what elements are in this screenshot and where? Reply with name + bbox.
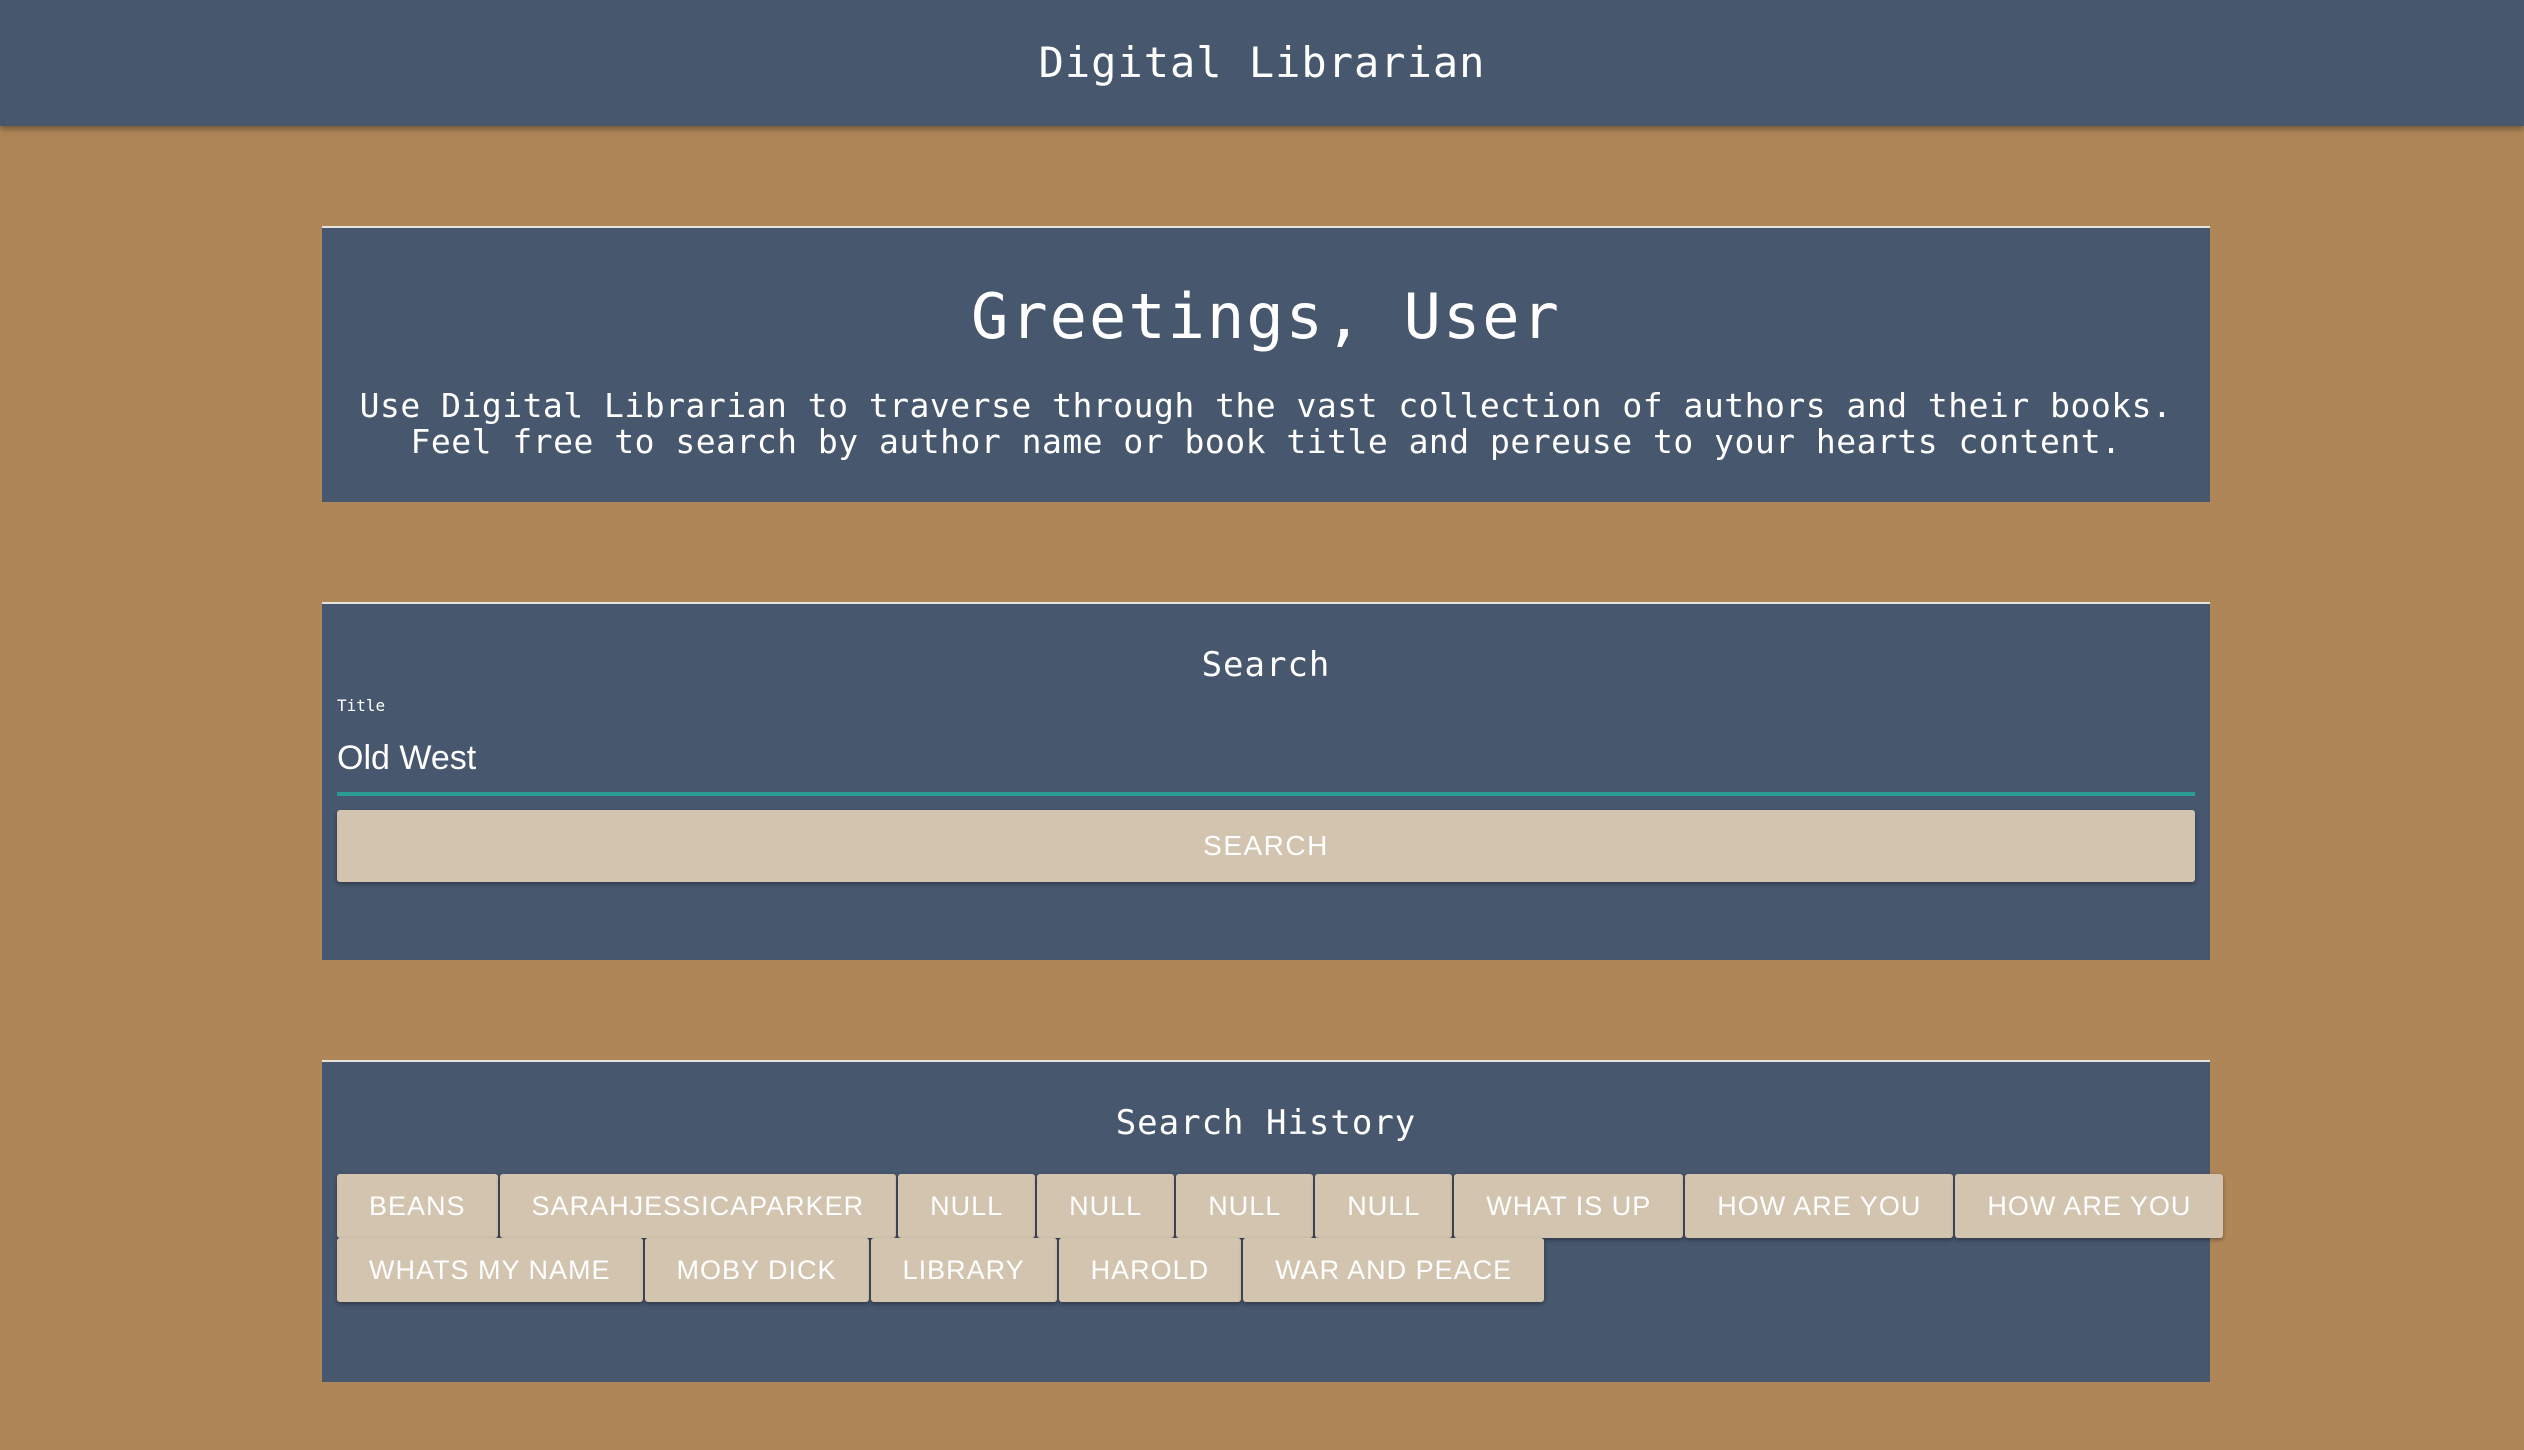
history-item[interactable]: SARAHJESSICAPARKER [499, 1174, 897, 1238]
history-item[interactable]: NULL [1315, 1174, 1453, 1238]
app-bar: Digital Librarian [0, 0, 2524, 126]
greeting-heading: Greetings, User [971, 280, 1561, 353]
history-item[interactable]: NULL [898, 1174, 1036, 1238]
history-item[interactable]: NULL [1176, 1174, 1314, 1238]
search-button[interactable]: SEARCH [337, 810, 2195, 882]
greeting-card: Greetings, User Use Digital Librarian to… [322, 226, 2210, 502]
search-heading: Search [1201, 645, 1331, 685]
search-history-card: Search History BEANS SARAHJESSICAPARKER … [322, 1060, 2224, 1382]
title-field-label: Title [337, 696, 386, 715]
history-row: WHATS MY NAME MOBY DICK LIBRARY HAROLD W… [337, 1238, 2195, 1302]
history-item[interactable]: BEANS [337, 1174, 498, 1238]
search-history-heading: Search History [1115, 1103, 1417, 1143]
history-item[interactable]: HOW ARE YOU [1955, 1174, 2224, 1238]
history-item[interactable]: NULL [1037, 1174, 1175, 1238]
history-item[interactable]: WHATS MY NAME [337, 1238, 643, 1302]
history-item[interactable]: LIBRARY [870, 1238, 1057, 1302]
history-item[interactable]: WAR AND PEACE [1243, 1238, 1545, 1302]
history-row: BEANS SARAHJESSICAPARKER NULL NULL NULL … [337, 1174, 2224, 1238]
history-item[interactable]: WHAT IS UP [1454, 1174, 1684, 1238]
history-item[interactable]: MOBY DICK [644, 1238, 869, 1302]
search-history-list: BEANS SARAHJESSICAPARKER NULL NULL NULL … [337, 1174, 2224, 1302]
history-item[interactable]: HAROLD [1058, 1238, 1242, 1302]
history-item[interactable]: HOW ARE YOU [1685, 1174, 1954, 1238]
title-input[interactable] [337, 724, 2195, 796]
search-card: Search Title SEARCH [322, 602, 2210, 960]
greeting-description: Use Digital Librarian to traverse throug… [359, 386, 2173, 461]
app-title: Digital Librarian [1038, 37, 1486, 87]
